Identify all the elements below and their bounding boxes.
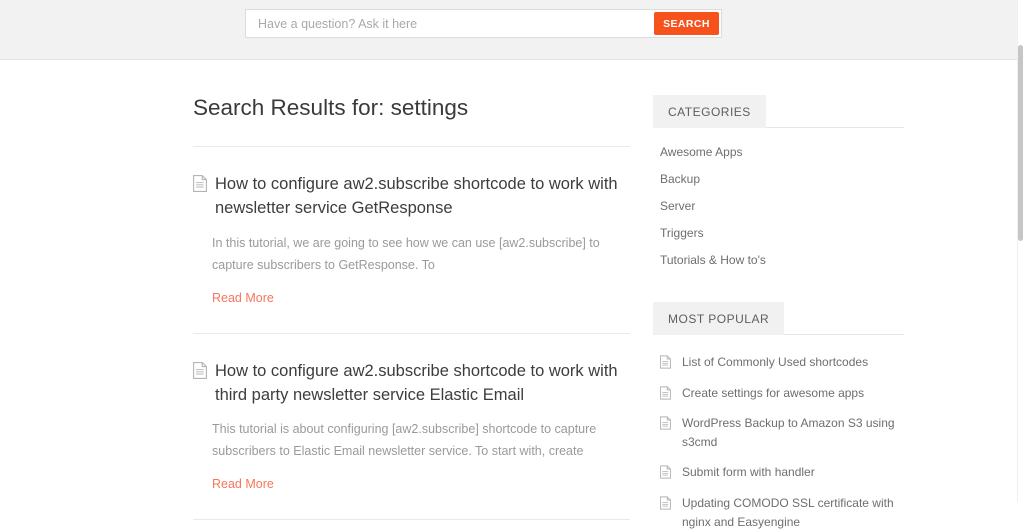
document-icon [660,496,671,510]
popular-post-item[interactable]: Submit form with handler [653,451,904,482]
most-popular-widget: MOST POPULAR List of Commonly Used short… [653,302,904,531]
search-result-item: How to configure aw2.subscribe shortcode… [193,147,630,334]
result-excerpt: In this tutorial, we are going to see ho… [212,235,600,272]
read-more-link[interactable]: Read More [212,477,274,491]
popular-post-item[interactable]: WordPress Backup to Amazon S3 using s3cm… [653,402,904,451]
search-results-column: Search Results for: settings How to conf… [193,61,630,521]
scrollbar-thumb[interactable] [1018,45,1023,241]
most-popular-widget-header: MOST POPULAR [653,302,904,335]
category-link[interactable]: Backup [660,172,700,186]
popular-post-link[interactable]: WordPress Backup to Amazon S3 using s3cm… [682,414,900,451]
search-form: SEARCH [245,9,722,38]
document-icon [193,361,207,379]
result-title-link[interactable]: How to configure aw2.subscribe shortcode… [215,172,630,221]
categories-divider [765,127,904,128]
categories-widget: CATEGORIES Awesome Apps Backup Server Tr… [653,95,904,268]
most-popular-divider [784,334,904,335]
category-item[interactable]: Tutorials & How to's [653,241,904,268]
result-heading: How to configure aw2.subscribe shortcode… [193,359,630,408]
document-icon [660,416,671,430]
category-item[interactable]: Server [653,187,904,214]
category-item[interactable]: Backup [653,160,904,187]
content-wrapper: Search Results for: settings How to conf… [193,61,904,529]
category-item[interactable]: Awesome Apps [653,128,904,160]
popular-post-link[interactable]: Updating COMODO SSL certificate with ngi… [682,494,900,531]
category-link[interactable]: Tutorials & How to's [660,253,766,267]
categories-list: Awesome Apps Backup Server Triggers Tuto… [653,128,904,268]
category-link[interactable]: Triggers [660,226,704,240]
popular-post-item[interactable]: Updating COMODO SSL certificate with ngi… [653,482,904,531]
popular-post-link[interactable]: Create settings for awesome apps [682,384,864,403]
document-icon [193,175,207,192]
result-title-link[interactable]: How to configure aw2.subscribe shortcode… [215,359,630,408]
category-item[interactable]: Triggers [653,214,904,241]
popular-post-link[interactable]: List of Commonly Used shortcodes [682,353,868,372]
most-popular-heading: MOST POPULAR [653,302,785,335]
search-header: SEARCH [0,0,1017,60]
popular-post-item[interactable]: Create settings for awesome apps [653,372,904,403]
vertical-scrollbar[interactable] [1017,0,1024,502]
popular-post-item[interactable]: List of Commonly Used shortcodes [653,335,904,372]
document-icon [660,355,671,369]
search-button[interactable]: SEARCH [654,12,719,35]
category-link[interactable]: Server [660,199,695,213]
document-icon [660,385,671,400]
categories-widget-header: CATEGORIES [653,95,904,128]
read-more-link[interactable]: Read More [212,291,274,305]
result-excerpt: This tutorial is about configuring [aw2.… [212,422,597,459]
categories-heading: CATEGORIES [653,95,766,128]
search-input[interactable] [246,10,652,37]
sidebar: CATEGORIES Awesome Apps Backup Server Tr… [653,61,904,531]
popular-post-link[interactable]: Submit form with handler [682,463,815,482]
category-link[interactable]: Awesome Apps [660,145,743,159]
document-icon [660,465,671,479]
page-title: Search Results for: settings [193,95,469,120]
search-result-item: How to configure aw2.subscribe shortcode… [193,334,630,521]
result-heading: How to configure aw2.subscribe shortcode… [193,172,630,221]
page-body: Search Results for: settings How to conf… [0,61,1017,529]
